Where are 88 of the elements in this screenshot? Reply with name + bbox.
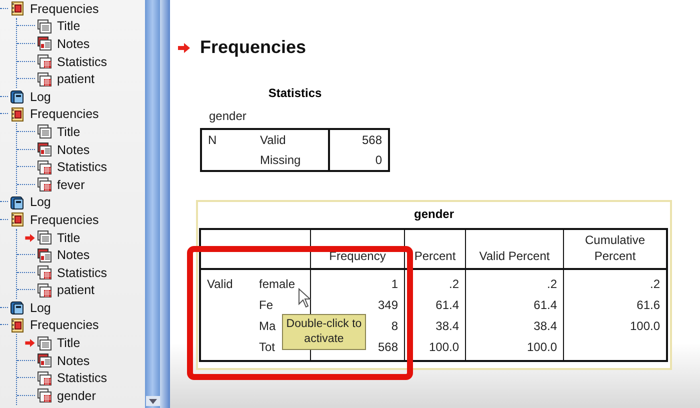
- table-cell: female: [259, 276, 296, 290]
- table-cell: Valid: [207, 276, 233, 290]
- table-title: gender: [412, 206, 455, 223]
- tree-item[interactable]: Statistics: [57, 371, 108, 386]
- table-page-icon: [36, 53, 53, 70]
- statistics-table[interactable]: N Valid 568 Missing 0: [200, 128, 390, 172]
- table-cell: Ma: [259, 318, 276, 332]
- tree-item[interactable]: Notes: [57, 248, 90, 262]
- table-cell: 100.0: [526, 340, 557, 354]
- table-page-icon: [36, 282, 53, 299]
- column-header: Percent: [414, 249, 456, 263]
- table-page-icon: [36, 264, 53, 282]
- table-page-icon: [36, 176, 53, 194]
- table-cell: 61.6: [636, 298, 660, 312]
- table-cell: Tot: [259, 340, 276, 354]
- table-cell: .2: [448, 276, 459, 290]
- table-page-icon: [36, 387, 53, 404]
- variable-label: gender: [209, 109, 248, 123]
- table-cell: 1: [391, 276, 398, 290]
- tooltip: Double-click to activate: [282, 314, 366, 350]
- tree-item[interactable]: Log: [30, 90, 51, 104]
- table-cell: Missing: [260, 153, 301, 167]
- title-page-icon: [36, 123, 53, 140]
- tree-item[interactable]: Statistics: [57, 160, 108, 174]
- tree-item[interactable]: Frequencies: [30, 107, 99, 122]
- table-cell: 100.0: [630, 318, 660, 332]
- table-page-icon: [36, 70, 53, 88]
- current-item-arrow-icon: [25, 234, 35, 242]
- tree-item[interactable]: Statistics: [57, 54, 108, 69]
- table-cell: 8: [391, 318, 398, 332]
- current-item-arrow-icon: [178, 42, 190, 52]
- tree-item[interactable]: fever: [57, 178, 85, 192]
- procedure-book-icon: [9, 106, 26, 123]
- tree-item[interactable]: Log: [30, 195, 51, 210]
- tree-item[interactable]: Notes: [57, 142, 90, 157]
- table-cell: 349: [378, 298, 398, 312]
- tree-item[interactable]: Frequencies: [30, 2, 99, 16]
- tree-item[interactable]: Title: [57, 19, 80, 34]
- tree-item[interactable]: patient: [57, 72, 95, 86]
- pane-splitter[interactable]: [160, 0, 170, 408]
- tree-item[interactable]: Frequencies: [30, 212, 99, 227]
- table-cell: 0: [375, 153, 382, 167]
- table-cell: 61.4: [534, 298, 557, 312]
- table-cell: .2: [546, 276, 557, 290]
- current-item-arrow-icon: [25, 339, 35, 348]
- tree-item[interactable]: Notes: [57, 36, 90, 51]
- tree-item[interactable]: patient: [57, 283, 95, 298]
- table-cell: .2: [650, 276, 660, 290]
- table-cell: Fe: [259, 298, 274, 312]
- log-book-icon: [9, 299, 26, 316]
- tree-item[interactable]: Log: [30, 300, 51, 315]
- title-page-icon: [36, 18, 53, 35]
- notes-page-icon: [36, 352, 53, 370]
- tree-item[interactable]: Title: [57, 336, 80, 350]
- table-cell: 568: [378, 340, 398, 354]
- table-title: Statistics: [267, 86, 323, 100]
- title-page-icon: [36, 229, 53, 246]
- column-header: Cumulative Percent: [584, 233, 646, 263]
- tree-item[interactable]: Frequencies: [30, 318, 99, 332]
- pointer-icon: [298, 288, 312, 308]
- scroll-down-icon[interactable]: [146, 396, 160, 406]
- section-heading: Frequencies: [200, 37, 306, 58]
- table-cell: 38.4: [436, 318, 459, 332]
- table-cell: 61.4: [436, 298, 459, 312]
- notes-page-icon: [36, 35, 53, 52]
- tree-item[interactable]: Statistics: [57, 266, 108, 280]
- procedure-book-icon: [9, 211, 26, 228]
- procedure-book-icon: [9, 316, 26, 334]
- log-book-icon: [9, 194, 26, 211]
- table-page-icon: [36, 158, 53, 176]
- table-page-icon: [36, 370, 53, 387]
- table-cell: 100.0: [428, 340, 459, 354]
- table-cell: 568: [362, 133, 382, 147]
- tree-item[interactable]: Title: [57, 124, 80, 139]
- tree-item[interactable]: Notes: [57, 354, 90, 368]
- table-cell: N: [208, 133, 217, 147]
- table-cell: 38.4: [534, 318, 557, 332]
- table-cell: Valid: [260, 133, 286, 147]
- tree-item[interactable]: gender: [57, 388, 96, 403]
- log-book-icon: [9, 88, 26, 106]
- scrollbar[interactable]: [145, 0, 160, 408]
- procedure-book-icon: [9, 0, 26, 18]
- notes-page-icon: [36, 246, 53, 264]
- notes-page-icon: [36, 141, 53, 158]
- column-header: Frequency: [329, 249, 386, 263]
- tree-item[interactable]: Title: [57, 230, 80, 245]
- column-header: Valid Percent: [479, 249, 550, 263]
- title-page-icon: [36, 334, 53, 352]
